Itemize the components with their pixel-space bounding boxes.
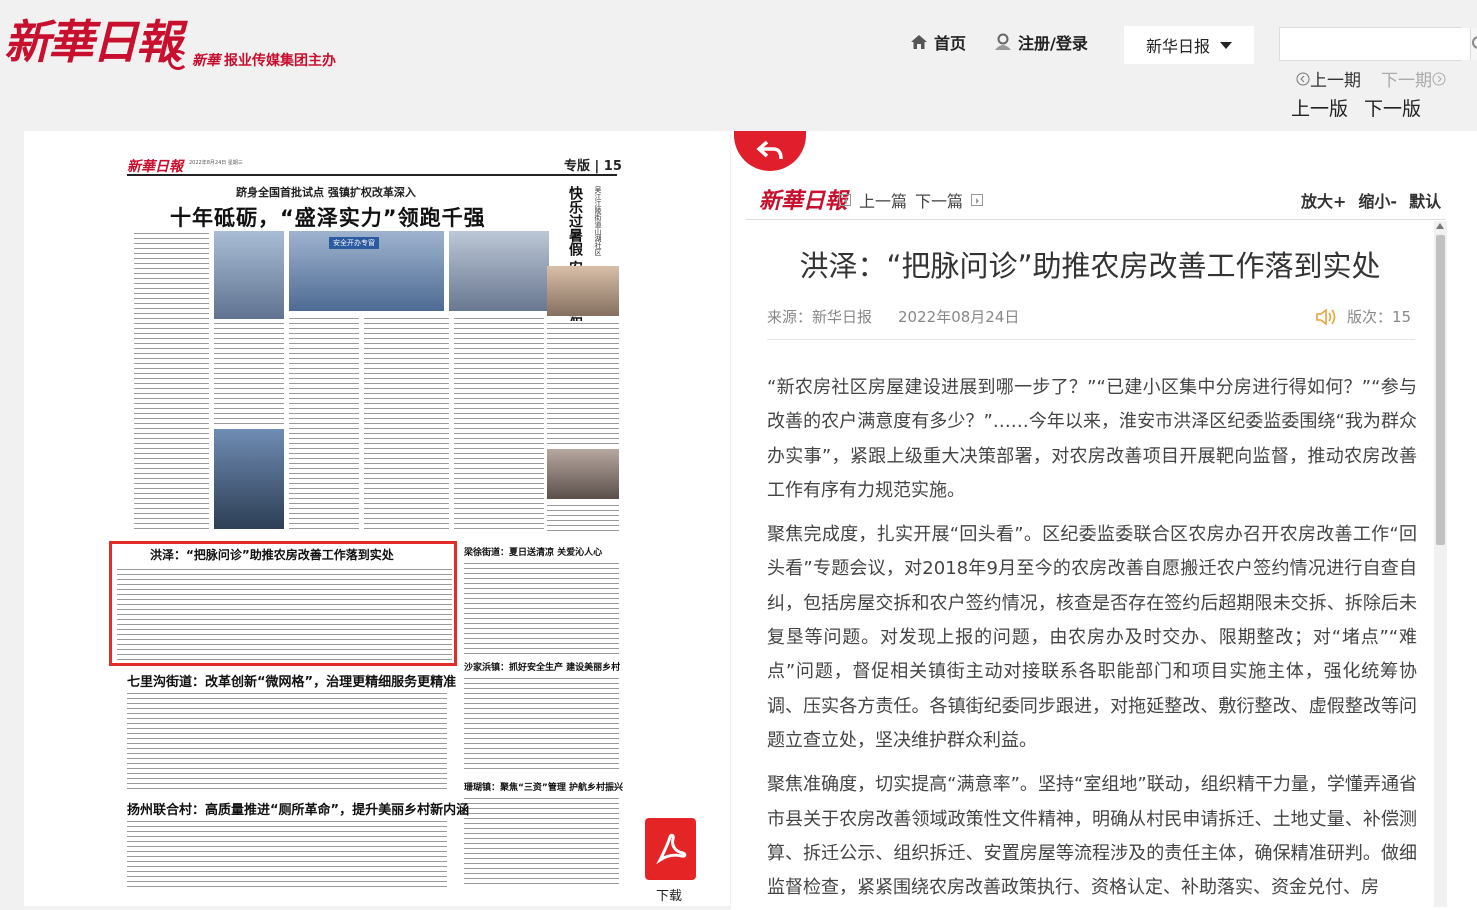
publisher-label: 新華 报业传媒集团主办 <box>168 50 336 70</box>
newspaper-article-title[interactable]: 七里沟街道：改革创新“微网格”，治理更精细服务更精准 <box>127 671 456 690</box>
pdf-download-button[interactable] <box>645 818 696 880</box>
next-page-link[interactable]: 下一版 <box>1364 94 1421 121</box>
article-date: 2022年08月24日 <box>898 308 1020 326</box>
newspaper-article-title[interactable]: 沙家浜镇：抓好安全生产 建设美丽乡村 <box>464 660 620 673</box>
article-paragraph: 聚焦准确度，切实提高“满意率”。坚持“室组地”联动，组织精干力量，学懂弄通省市县… <box>767 774 1417 899</box>
text-column <box>289 316 359 531</box>
login-link[interactable]: 注册/登录 <box>994 30 1088 54</box>
article-nav: 上一篇 下一篇 <box>839 188 984 212</box>
zoom-default-button[interactable]: 默认 <box>1409 188 1441 212</box>
zoom-out-button[interactable]: 缩小- <box>1358 188 1397 212</box>
newspaper-article-title[interactable]: 珊瑚镇：聚焦“三资”管理 护航乡村振兴 <box>464 780 623 793</box>
home-icon <box>911 35 927 49</box>
newspaper-dateline: 2022年8月24日 星期三 <box>189 160 243 166</box>
newspaper-photo-office <box>449 231 549 311</box>
text-column <box>464 561 619 656</box>
user-icon <box>995 33 1012 50</box>
download-label[interactable]: 下载 <box>656 885 682 904</box>
publisher-logo-icon <box>168 50 188 70</box>
publisher-brand: 新華 <box>192 53 220 69</box>
newspaper-article-title[interactable]: 梁徐街道：夏日送清凉 关爱沁人心 <box>464 545 602 558</box>
site-logo[interactable]: 新華日報 <box>4 6 182 72</box>
article-meta: 来源：新华日报 2022年08月24日 <box>767 306 1019 327</box>
paper-dropdown[interactable]: 新华日报 <box>1124 26 1254 64</box>
newspaper-photo-visit <box>547 449 619 499</box>
search-box <box>1279 27 1477 61</box>
text-column <box>134 231 209 531</box>
divider <box>746 219 1446 220</box>
newspaper-page: 新華日報 2022年8月24日 星期三 专版 | 15 跻身全国首批试点 强镇扩… <box>24 131 730 906</box>
newspaper-article-title[interactable]: 扬州联合村：高质量推进“厕所革命”，提升美丽乡村新内涵 <box>127 799 469 818</box>
text-column <box>364 316 449 531</box>
prev-issue-link[interactable]: 上一期 <box>1296 66 1361 91</box>
home-label: 首页 <box>934 34 967 53</box>
newspaper-headline[interactable]: 十年砥砺，“盛泽实力”领跑千强 <box>170 202 486 232</box>
scroll-up-arrow-icon[interactable] <box>1436 223 1444 229</box>
next-article-link[interactable]: 下一篇 <box>915 188 963 212</box>
login-label: 注册/登录 <box>1018 34 1088 53</box>
paper-dropdown-value: 新华日报 <box>1145 37 1210 56</box>
top-nav: 首页 注册/登录 <box>910 30 1088 54</box>
newspaper-logo: 新華日報 <box>127 159 183 175</box>
back-button[interactable] <box>734 131 806 171</box>
text-column <box>454 316 544 531</box>
newspaper-photo-service-hall: 安全开办专窗 <box>289 231 444 311</box>
text-column <box>547 503 619 533</box>
prev-article-icon[interactable] <box>839 194 851 206</box>
article-body: “新农房社区房屋建设进展到哪一步了？”“已建小区集中分房进行得如何？”“参与改善… <box>767 371 1417 901</box>
text-column <box>127 819 447 889</box>
photo-banner-text: 安全开办专窗 <box>329 237 379 249</box>
caret-down-icon <box>1220 41 1232 49</box>
newspaper-photo-building <box>214 231 284 319</box>
circle-left-icon <box>1296 72 1310 86</box>
text-column <box>547 321 619 446</box>
zoom-in-button[interactable]: 放大+ <box>1301 188 1346 212</box>
article-paragraph: 聚焦完成度，扎实开展“回头看”。区纪委监委联合区农房办召开农房改善工作“回头看”… <box>767 524 1417 751</box>
article-title: 洪泽：“把脉问诊”助推农房改善工作落到实处 <box>799 249 1381 283</box>
prev-article-link[interactable]: 上一篇 <box>859 188 907 212</box>
text-column <box>464 676 619 771</box>
article-panel: 新華日報 上一篇 下一篇 放大+ 缩小- 默认 洪泽：“把脉问诊”助推农房改善工… <box>731 131 1477 910</box>
zoom-controls: 放大+ 缩小- 默认 <box>1301 188 1441 212</box>
article-page-number: 版次：15 <box>1347 308 1412 326</box>
article-paragraph: “新农房社区房屋建设进展到哪一步了？”“已建小区集中分房进行得如何？”“参与改善… <box>767 377 1417 501</box>
speaker-icon[interactable] <box>1315 307 1337 326</box>
newspaper-photo-tower <box>214 429 284 529</box>
article-scrollbar[interactable] <box>1434 221 1447 907</box>
circle-right-icon <box>1432 72 1446 86</box>
newspaper-kicker: 跻身全国首批试点 强镇扩权改革深入 <box>236 186 416 199</box>
article-source: 来源：新华日报 <box>767 308 873 326</box>
side-vertical-subtitle: 吴江江陵街道山湖社区 <box>594 186 602 256</box>
newspaper-rule <box>127 174 617 176</box>
publisher-text: 报业传媒集团主办 <box>224 53 336 69</box>
newspaper-page-label: 专版 | 15 <box>564 159 622 174</box>
text-column <box>117 567 452 661</box>
text-column <box>127 691 447 791</box>
search-button[interactable] <box>1470 28 1477 60</box>
article-logo: 新華日報 <box>759 188 848 214</box>
newspaper-article-title[interactable]: 洪泽：“把脉问诊”助推农房改善工作落到实处 <box>150 546 394 563</box>
prev-issue-label: 上一期 <box>1310 71 1361 91</box>
scrollbar-thumb[interactable] <box>1436 235 1445 545</box>
back-arrow-icon <box>756 140 783 160</box>
search-input[interactable] <box>1280 28 1470 60</box>
home-link[interactable]: 首页 <box>910 30 966 54</box>
text-column <box>464 796 619 886</box>
prev-page-link[interactable]: 上一版 <box>1291 94 1348 121</box>
next-article-icon[interactable] <box>971 194 984 206</box>
issue-nav: 上一期 下一期 <box>1296 66 1446 91</box>
search-icon <box>1472 36 1477 49</box>
next-issue-link[interactable]: 下一期 <box>1381 66 1446 91</box>
text-column <box>214 321 284 426</box>
divider <box>767 339 1415 340</box>
article-page-info: 版次：15 <box>1315 306 1411 327</box>
page-nav: 上一版 下一版 <box>1291 94 1421 121</box>
pdf-icon <box>655 833 686 865</box>
newspaper-photo-children <box>547 266 619 316</box>
next-issue-label: 下一期 <box>1381 71 1432 91</box>
